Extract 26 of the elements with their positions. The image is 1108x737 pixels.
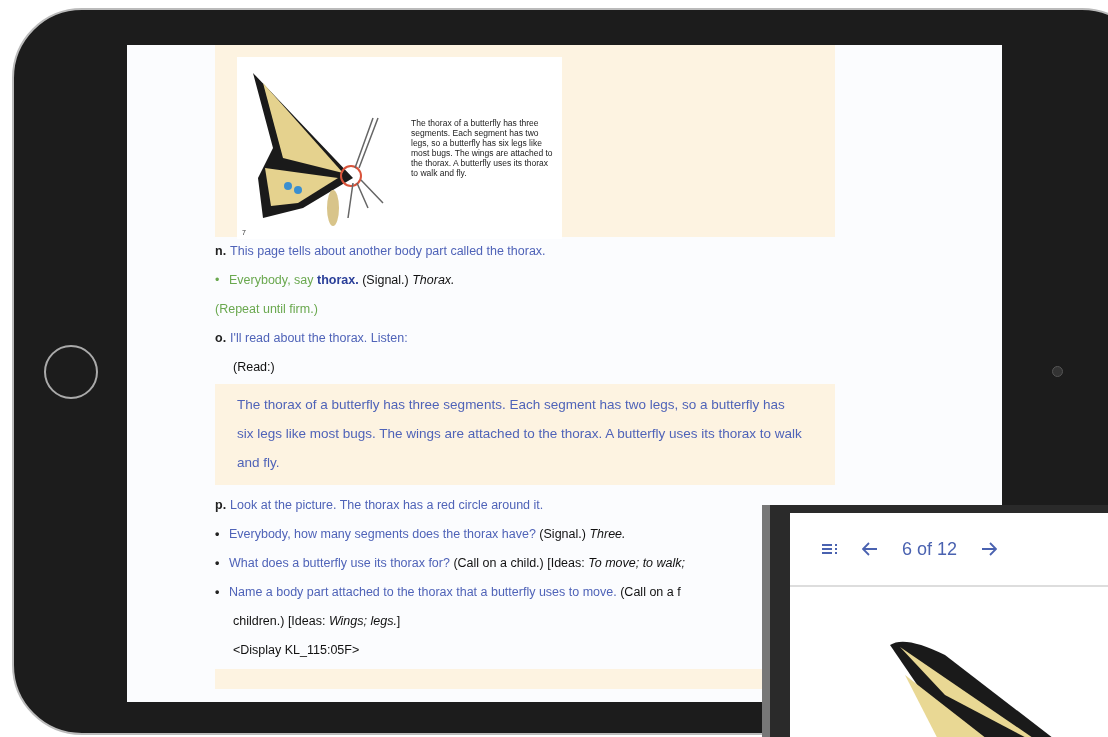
lesson-line: Name a body part attached to the thorax that a butterfly uses to move. (Call on a f: [229, 584, 681, 601]
step-marker: n.: [215, 243, 227, 260]
read-aloud-passage: The thorax of a butterfly has three segments. Each segment has two legs, so a butterfly has six legs like most bugs. The wings are attached to the thorax. A butterfly uses its thorax to walk and fly.: [215, 384, 835, 485]
lesson-line: (Read:): [233, 359, 275, 376]
camera-icon: [1052, 366, 1063, 377]
step-marker: •: [215, 584, 221, 601]
step-marker: p.: [215, 497, 227, 514]
forward-arrow-icon[interactable]: [981, 542, 998, 556]
lesson-line: <Display KL_115:05F>: [233, 642, 360, 659]
lesson-line: Everybody, how many segments does the thorax have? (Signal.) Three.: [229, 526, 626, 543]
lesson-line: (Repeat until firm.): [215, 301, 318, 318]
step-marker: •: [215, 526, 221, 543]
lesson-line: children.) [Ideas: Wings; legs.]: [233, 613, 401, 630]
lesson-line: What does a butterfly use its thorax for? (Call on a child.) [Ideas: To move; to walk;: [229, 555, 686, 572]
step-marker: •: [215, 272, 221, 289]
back-arrow-icon[interactable]: [862, 542, 878, 556]
lesson-line: Look at the picture. The thorax has a red circle around it.: [230, 497, 544, 514]
home-button[interactable]: [43, 344, 98, 399]
lesson-line: This page tells about another body part called the thorax.: [230, 243, 546, 260]
lesson-line: Everybody, say thorax. (Signal.) Thorax.: [229, 272, 455, 289]
book-caption: The thorax of a butterfly has three segments. Each segment has two legs, so a butterfly has six legs like most bugs. The wings are attached to the thorax. A butterfly uses its thorax to walk and fly.: [411, 118, 554, 178]
lesson-line: I'll read about the thorax. Listen:: [230, 330, 408, 347]
step-marker: •: [215, 555, 221, 572]
step-marker: o.: [215, 330, 227, 347]
page-indicator: 6 of 12: [902, 538, 958, 560]
menu-icon[interactable]: [822, 542, 838, 556]
